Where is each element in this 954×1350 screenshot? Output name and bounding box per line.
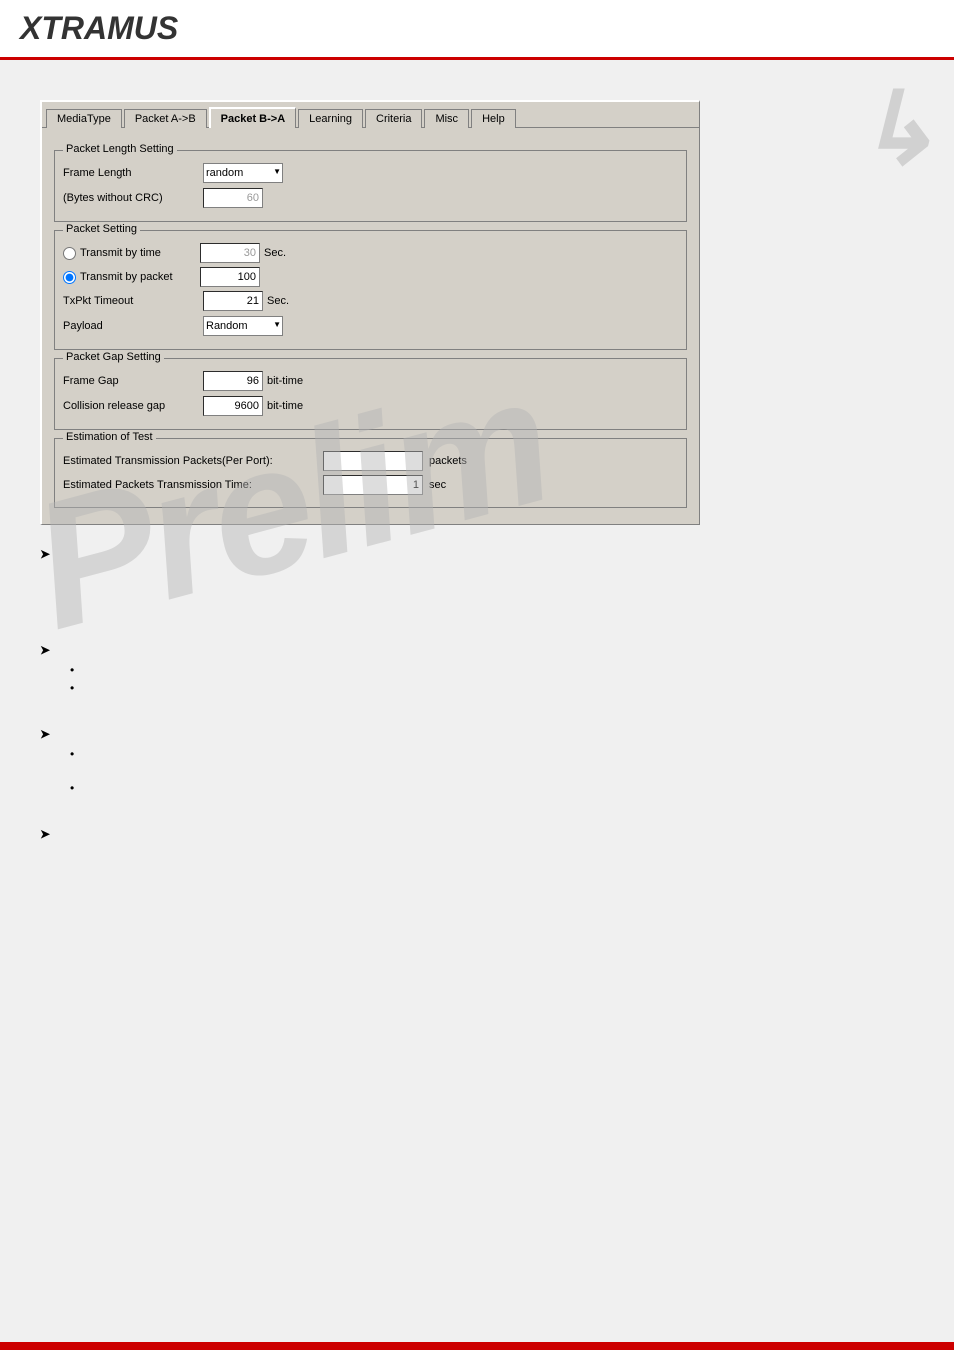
- logo-x: X: [20, 10, 41, 46]
- tab-criteria[interactable]: Criteria: [365, 109, 422, 128]
- packet-gap-setting-group: Packet Gap Setting Frame Gap bit-time Co…: [54, 358, 687, 430]
- tab-bar: MediaType Packet A->B Packet B->A Learni…: [42, 102, 699, 128]
- bytes-crc-input[interactable]: [203, 188, 263, 208]
- transmit-by-time-unit: Sec.: [264, 247, 286, 259]
- payload-row: Payload Random: [63, 316, 678, 336]
- estimated-tx-time-label: Estimated Packets Transmission Time:: [63, 479, 323, 491]
- transmit-by-packet-input[interactable]: [200, 267, 260, 287]
- txpkt-timeout-row: TxPkt Timeout Sec.: [63, 291, 678, 311]
- arrow-bullet-2: [40, 641, 914, 657]
- frame-gap-unit: bit-time: [267, 375, 303, 387]
- bytes-crc-row: (Bytes without CRC): [63, 188, 678, 208]
- estimated-tx-packets-input[interactable]: [323, 451, 423, 471]
- transmit-by-time-radio[interactable]: [63, 247, 76, 260]
- header: XTRAMUS: [0, 0, 954, 60]
- transmit-by-packet-label: Transmit by packet: [80, 271, 200, 283]
- collision-release-input[interactable]: [203, 396, 263, 416]
- estimated-tx-packets-unit: packets: [429, 455, 467, 467]
- estimated-tx-time-input[interactable]: [323, 475, 423, 495]
- transmit-by-time-label: Transmit by time: [80, 247, 200, 259]
- estimated-tx-time-unit: sec: [429, 479, 446, 491]
- estimated-tx-packets-row: Estimated Transmission Packets(Per Port)…: [63, 451, 678, 471]
- arrow-bullet-3: [40, 725, 914, 741]
- transmit-by-packet-radio[interactable]: [63, 271, 76, 284]
- logo: XTRAMUS: [20, 10, 178, 47]
- footer: [0, 1342, 954, 1350]
- payload-label: Payload: [63, 320, 203, 332]
- estimation-group: Estimation of Test Estimated Transmissio…: [54, 438, 687, 508]
- body-section-4: [40, 825, 914, 841]
- body-section-1: [40, 545, 914, 561]
- bullet-3-2: [70, 781, 914, 795]
- txpkt-timeout-unit: Sec.: [267, 295, 289, 307]
- collision-release-unit: bit-time: [267, 400, 303, 412]
- estimated-tx-packets-label: Estimated Transmission Packets(Per Port)…: [63, 455, 323, 467]
- collision-release-label: Collision release gap: [63, 400, 203, 412]
- bytes-crc-label: (Bytes without CRC): [63, 192, 203, 204]
- panel-content: Packet Length Setting Frame Length rando…: [42, 128, 699, 524]
- frame-gap-input[interactable]: [203, 371, 263, 391]
- frame-gap-label: Frame Gap: [63, 375, 203, 387]
- bullet-3-1: [70, 747, 914, 761]
- packet-setting-inner: Transmit by time Sec. Transmit by packet…: [63, 243, 678, 336]
- transmit-by-time-input[interactable]: [200, 243, 260, 263]
- tab-help[interactable]: Help: [471, 109, 516, 128]
- estimated-tx-time-row: Estimated Packets Transmission Time: sec: [63, 475, 678, 495]
- packet-gap-title: Packet Gap Setting: [63, 351, 164, 363]
- transmit-by-time-row: Transmit by time Sec.: [63, 243, 678, 263]
- tab-packet-ab[interactable]: Packet A->B: [124, 109, 207, 128]
- collision-release-row: Collision release gap bit-time: [63, 396, 678, 416]
- packet-setting-title: Packet Setting: [63, 223, 140, 235]
- frame-length-row: Frame Length random: [63, 163, 678, 183]
- tab-packet-ba[interactable]: Packet B->A: [209, 107, 297, 128]
- main-content: MediaType Packet A->B Packet B->A Learni…: [0, 60, 954, 877]
- frame-length-select[interactable]: random: [203, 163, 283, 183]
- tab-misc[interactable]: Misc: [424, 109, 469, 128]
- txpkt-timeout-input[interactable]: [203, 291, 263, 311]
- packet-length-setting-inner: Packet Length Setting Frame Length rando…: [63, 163, 678, 208]
- frame-gap-row: Frame Gap bit-time: [63, 371, 678, 391]
- transmit-by-packet-row: Transmit by packet: [63, 267, 678, 287]
- arrow-bullet-1: [40, 545, 914, 561]
- packet-length-title: Packet Length Setting: [63, 143, 177, 155]
- frame-length-label: Frame Length: [63, 167, 203, 179]
- bullet-2-2: [70, 681, 914, 695]
- packet-length-setting-group: Packet Length Setting Frame Length rando…: [54, 150, 687, 222]
- tab-learning[interactable]: Learning: [298, 109, 363, 128]
- logo-rest: TRAMUS: [41, 10, 178, 46]
- txpkt-timeout-label: TxPkt Timeout: [63, 295, 203, 307]
- tab-mediatype[interactable]: MediaType: [46, 109, 122, 128]
- frame-length-select-wrapper[interactable]: random: [203, 163, 283, 183]
- estimation-inner: Estimated Transmission Packets(Per Port)…: [63, 451, 678, 495]
- dialog-panel: MediaType Packet A->B Packet B->A Learni…: [40, 100, 700, 525]
- payload-select[interactable]: Random: [203, 316, 283, 336]
- estimation-title: Estimation of Test: [63, 431, 156, 443]
- packet-gap-inner: Frame Gap bit-time Collision release gap…: [63, 371, 678, 416]
- arrow-bullet-4: [40, 825, 914, 841]
- body-section-2: [40, 641, 914, 695]
- body-section-3: [40, 725, 914, 795]
- payload-select-wrapper[interactable]: Random: [203, 316, 283, 336]
- bullet-2-1: [70, 663, 914, 677]
- packet-setting-group: Packet Setting Transmit by time Sec. Tra…: [54, 230, 687, 350]
